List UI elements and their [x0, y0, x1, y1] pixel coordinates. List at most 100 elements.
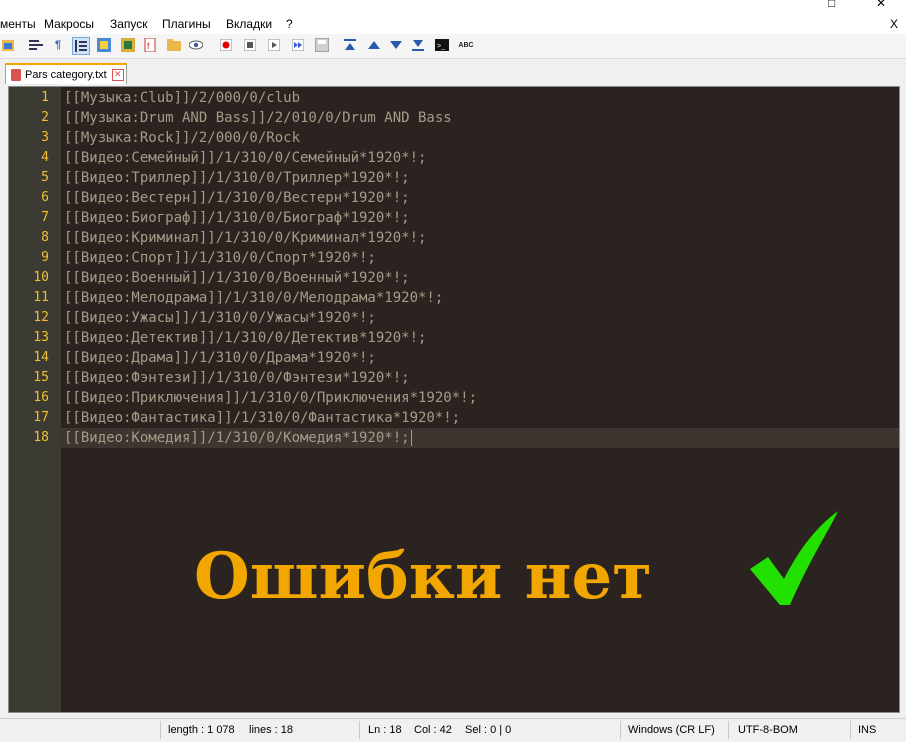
line-number: 5 [41, 170, 49, 185]
status-encoding[interactable]: UTF-8-BOM [738, 724, 798, 736]
checkmark-icon [750, 511, 838, 605]
menu-documents[interactable]: менты [0, 17, 36, 31]
arrow-up-icon[interactable] [366, 37, 382, 53]
menu-run[interactable]: Запуск [110, 17, 148, 31]
expand-icon[interactable] [410, 37, 426, 53]
code-line[interactable]: 14 [[Видео:Драма]]/1/310/0/Драма*1920*!; [33, 348, 899, 368]
line-number: 9 [41, 250, 49, 265]
doc-map-icon[interactable] [120, 37, 136, 53]
code-line[interactable]: 7 [[Видео:Биограф]]/1/310/0/Биограф*1920*… [41, 208, 899, 228]
code-line[interactable]: 6 [[Видео:Вестерн]]/1/310/0/Вестерн*1920*… [41, 188, 899, 208]
play-macro-icon[interactable] [266, 37, 282, 53]
text-caret [411, 430, 412, 446]
code-line[interactable]: 13 [[Видео:Детектив]]/1/310/0/Детектив*19… [33, 328, 899, 348]
close-window-button[interactable]: ✕ [876, 0, 886, 10]
line-text: [[Видео:Военный]]/1/310/0/Военный*1920*!… [64, 270, 410, 286]
menu-help[interactable]: ? [286, 17, 293, 31]
line-number: 16 [33, 390, 49, 405]
record-macro-icon[interactable] [218, 37, 234, 53]
line-number: 11 [33, 290, 49, 305]
status-eol[interactable]: Windows (CR LF) [628, 724, 715, 736]
code-line[interactable]: 3 [[Музыка:Rock]]/2/000/0/Rock [41, 128, 899, 148]
menu-tabs[interactable]: Вкладки [226, 17, 272, 31]
line-number: 6 [41, 190, 49, 205]
word-wrap-icon[interactable] [28, 37, 44, 53]
status-bar: length : 1 078 lines : 18 Ln : 18 Col : … [0, 718, 906, 742]
stop-macro-icon[interactable] [242, 37, 258, 53]
overlay-text: Ошибки нет [194, 539, 652, 614]
line-text: [[Видео:Драма]]/1/310/0/Драма*1920*!; [64, 350, 376, 366]
run-multiple-macro-icon[interactable] [290, 37, 306, 53]
function-list-icon[interactable]: f [142, 37, 158, 53]
line-text: [[Музыка:Rock]]/2/000/0/Rock [64, 130, 301, 146]
line-text: [[Видео:Триллер]]/1/310/0/Триллер*1920*!… [64, 170, 410, 186]
close-icon[interactable]: ✕ [111, 68, 124, 81]
line-number: 2 [41, 110, 49, 125]
status-mode[interactable]: INS [858, 724, 876, 736]
line-text: [[Видео:Вестерн]]/1/310/0/Вестерн*1920*!… [64, 190, 410, 206]
tab-bar: Pars category.txt ✕ [0, 59, 906, 85]
line-text: [[Видео:Комедия]]/1/310/0/Комедия*1920*!… [64, 430, 410, 446]
editor[interactable]: 1 [[Музыка:Club]]/2/000/0/club 2 [[Музыка:D… [8, 86, 900, 713]
line-number: 17 [33, 410, 49, 425]
line-number: 4 [41, 150, 49, 165]
file-icon [11, 68, 21, 81]
line-text: [[Музыка:Club]]/2/000/0/club [64, 90, 301, 106]
line-text: [[Видео:Фэнтези]]/1/310/0/Фэнтези*1920*!… [64, 370, 410, 386]
status-col: Col : 42 [414, 724, 452, 736]
tab-label: Pars category.txt [25, 68, 107, 81]
line-number: 1 [41, 90, 49, 105]
line-text: [[Видео:Фантастика]]/1/310/0/Фантастика*… [64, 410, 461, 426]
spellcheck-icon[interactable]: ABC [458, 37, 474, 53]
title-bar: □ ✕ [0, 0, 906, 14]
line-number: 8 [41, 230, 49, 245]
code-line[interactable]: 9 [[Видео:Спорт]]/1/310/0/Спорт*1920*!; [41, 248, 899, 268]
code-line[interactable]: 2 [[Музыка:Drum AND Bass]]/2/010/0/Drum A… [41, 108, 899, 128]
folder-icon[interactable] [166, 37, 182, 53]
arrow-down-icon[interactable] [388, 37, 404, 53]
line-text: [[Видео:Ужасы]]/1/310/0/Ужасы*1920*!; [64, 310, 376, 326]
line-number: 7 [41, 210, 49, 225]
close-document-button[interactable]: X [890, 17, 898, 31]
line-text: [[Видео:Криминал]]/1/310/0/Криминал*1920… [64, 230, 427, 246]
code-line[interactable]: 17 [[Видео:Фантастика]]/1/310/0/Фантастик… [33, 408, 899, 428]
code-line[interactable]: 16 [[Видео:Приключения]]/1/310/0/Приключе… [33, 388, 899, 408]
code-area[interactable]: 1 [[Музыка:Club]]/2/000/0/club 2 [[Музыка:D… [33, 87, 899, 712]
status-sel: Sel : 0 | 0 [465, 724, 512, 736]
code-line[interactable]: 12 [[Видео:Ужасы]]/1/310/0/Ужасы*1920*!; [33, 308, 899, 328]
line-text: [[Видео:Детектив]]/1/310/0/Детектив*1920… [64, 330, 427, 346]
menu-plugins[interactable]: Плагины [162, 17, 211, 31]
code-line[interactable]: 18 [[Видео:Комедия]]/1/310/0/Комедия*1920… [33, 428, 899, 448]
code-line[interactable]: 1 [[Музыка:Club]]/2/000/0/club [41, 88, 899, 108]
status-length: length : 1 078 [168, 724, 235, 736]
left-edge [0, 86, 6, 713]
line-text: [[Видео:Спорт]]/1/310/0/Спорт*1920*!; [64, 250, 376, 266]
line-number: 15 [33, 370, 49, 385]
open-icon[interactable] [0, 37, 16, 53]
menu-macros[interactable]: Макросы [44, 17, 94, 31]
code-line[interactable]: 15 [[Видео:Фэнтези]]/1/310/0/Фэнтези*1920… [33, 368, 899, 388]
line-text: [[Видео:Семейный]]/1/310/0/Семейный*1920… [64, 150, 427, 166]
save-macro-icon[interactable] [314, 37, 330, 53]
line-text: [[Видео:Биограф]]/1/310/0/Биограф*1920*!… [64, 210, 410, 226]
line-number: 3 [41, 130, 49, 145]
code-line[interactable]: 8 [[Видео:Криминал]]/1/310/0/Криминал*192… [41, 228, 899, 248]
code-line[interactable]: 5 [[Видео:Триллер]]/1/310/0/Триллер*1920*… [41, 168, 899, 188]
show-all-chars-icon[interactable]: ¶ [50, 37, 66, 53]
menu-bar: менты Макросы Запуск Плагины Вкладки ? X [0, 14, 906, 34]
line-number: 12 [33, 310, 49, 325]
console-icon[interactable]: >_ [434, 37, 450, 53]
collapse-icon[interactable] [342, 37, 358, 53]
tab-pars-category[interactable]: Pars category.txt ✕ [5, 63, 127, 84]
code-line[interactable]: 4 [[Видео:Семейный]]/1/310/0/Семейный*192… [41, 148, 899, 168]
svg-text:>_: >_ [437, 43, 445, 50]
language-icon[interactable] [96, 37, 112, 53]
line-text: [[Видео:Приключения]]/1/310/0/Приключени… [64, 390, 478, 406]
maximize-button[interactable]: □ [828, 0, 835, 10]
indent-guide-icon[interactable] [72, 37, 90, 55]
code-line[interactable]: 11 [[Видео:Мелодрама]]/1/310/0/Мелодрама*… [33, 288, 899, 308]
monitor-eye-icon[interactable] [188, 37, 204, 53]
status-ln: Ln : 18 [368, 724, 402, 736]
line-number: 10 [33, 270, 49, 285]
code-line[interactable]: 10 [[Видео:Военный]]/1/310/0/Военный*1920… [33, 268, 899, 288]
